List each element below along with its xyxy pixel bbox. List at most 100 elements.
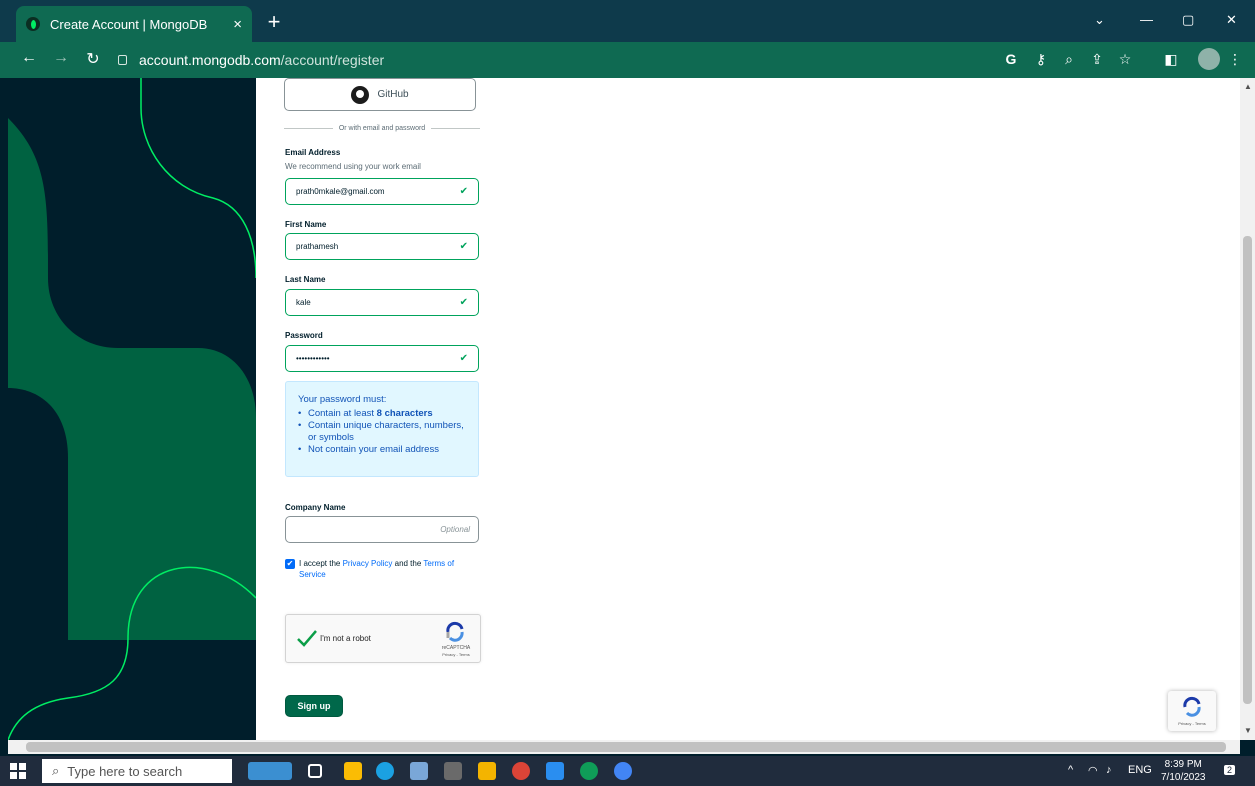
or-divider: Or with email and password (284, 122, 480, 134)
mongodb-leaf-icon (26, 17, 40, 31)
key-icon[interactable]: ⚷ (1032, 51, 1050, 68)
clock-time: 8:39 PM (1164, 759, 1202, 770)
sign-up-button[interactable]: Sign up (285, 695, 343, 717)
back-arrow-icon[interactable]: ← (18, 49, 40, 67)
terminal-icon[interactable] (444, 762, 462, 780)
password-rule-unique: Contain unique characters, numbers, or s… (298, 420, 466, 444)
privacy-policy-link[interactable]: Privacy Policy (343, 559, 393, 568)
last-name-label: Last Name (285, 275, 326, 284)
lock-icon (118, 55, 127, 65)
address-bar[interactable]: account.mongodb.com /account/register (118, 48, 998, 72)
horizontal-scrollbar[interactable] (8, 740, 1240, 754)
new-tab-button[interactable]: + (262, 10, 286, 34)
recaptcha-checkmark-icon (297, 630, 317, 647)
browser-tab[interactable]: Create Account | MongoDB × (16, 6, 252, 42)
company-field[interactable]: Optional (285, 516, 479, 543)
minimize-icon[interactable]: — (1140, 12, 1153, 27)
close-window-icon[interactable]: ✕ (1226, 12, 1237, 28)
accept-checkbox[interactable]: ✔ (285, 559, 295, 569)
maximize-icon[interactable]: ▢ (1182, 12, 1194, 28)
app-icon[interactable] (410, 762, 428, 780)
wifi-icon[interactable]: ◠ (1088, 764, 1098, 777)
google-icon[interactable]: G (1002, 51, 1020, 67)
github-signin-button[interactable]: GitHub (284, 78, 476, 111)
share-icon[interactable]: ⇪ (1088, 51, 1106, 68)
recaptcha-brand: reCAPTCHA (441, 645, 471, 651)
recaptcha-badge-icon (1183, 696, 1201, 717)
email-hint: We recommend using your work email (285, 162, 421, 171)
tray-expand-icon[interactable]: ^ (1068, 764, 1073, 776)
github-icon (351, 85, 370, 104)
zoom-icon[interactable]: ⌕ (1060, 51, 1078, 68)
terms-acceptance: ✔ I accept the Privacy Policy and the Te… (285, 558, 475, 580)
tab-strip: Create Account | MongoDB × + ⌄ — ▢ ✕ (0, 6, 1255, 42)
recaptcha-badge-terms: Privacy - Terms (1178, 721, 1206, 726)
recaptcha-terms: Privacy - Terms (442, 652, 470, 657)
forward-arrow-icon[interactable]: → (50, 49, 72, 67)
taskbar-clock[interactable]: 8:39 PM 7/10/2023 (1161, 758, 1206, 784)
url-domain: account.mongodb.com (139, 52, 281, 68)
windows-start-icon[interactable] (10, 763, 26, 779)
scroll-down-icon[interactable]: ▼ (1244, 726, 1252, 735)
bookmark-star-icon[interactable]: ☆ (1116, 51, 1134, 68)
valid-check-icon: ✔ (459, 353, 468, 364)
tab-close-icon[interactable]: × (233, 16, 242, 33)
valid-check-icon: ✔ (459, 297, 468, 308)
task-view-icon[interactable] (308, 764, 322, 778)
browser-toolbar: ← → ↻ account.mongodb.com /account/regis… (0, 42, 1255, 78)
search-icon: ⌕ (52, 763, 60, 778)
first-name-label: First Name (285, 220, 327, 229)
vscode-icon[interactable] (546, 762, 564, 780)
taskbar-search[interactable]: ⌕ Type here to search (42, 759, 232, 783)
password-field[interactable]: •••••••••••• ✔ (285, 345, 479, 372)
company-placeholder: Optional (440, 525, 470, 534)
vertical-scroll-thumb[interactable] (1243, 236, 1252, 704)
file-explorer-icon[interactable] (478, 762, 496, 780)
browser-window: Create Account | MongoDB × + ⌄ — ▢ ✕ ← →… (0, 0, 1255, 786)
password-label: Password (285, 331, 323, 340)
valid-check-icon: ✔ (459, 186, 468, 197)
clock-date: 7/10/2023 (1161, 772, 1206, 783)
edge-icon[interactable] (376, 762, 394, 780)
last-name-field[interactable]: kale ✔ (285, 289, 479, 316)
decorative-left-panel (8, 78, 256, 740)
password-requirements: Your password must: Contain at least 8 c… (285, 381, 479, 477)
recaptcha-badge[interactable]: Privacy - Terms (1168, 691, 1216, 731)
weather-widget-icon[interactable] (248, 762, 292, 780)
notification-badge[interactable]: 2 (1224, 765, 1236, 775)
password-rule-length: Contain at least 8 characters (298, 408, 466, 420)
reload-icon[interactable]: ↻ (82, 49, 104, 69)
decorative-shapes (8, 78, 256, 740)
windows-taskbar: ⌕ Type here to search ^ ◠ ♪ ENG 8:39 PM … (0, 756, 1255, 786)
chrome-active-icon[interactable] (614, 762, 632, 780)
taskbar-search-placeholder: Type here to search (67, 763, 183, 779)
email-label: Email Address (285, 148, 341, 157)
chrome-profile-icon[interactable] (580, 762, 598, 780)
recaptcha-label: I'm not a robot (320, 634, 371, 643)
menu-kebab-icon[interactable]: ⋮ (1226, 51, 1244, 68)
first-name-value: prathamesh (296, 242, 339, 251)
chrome-icon[interactable] (512, 762, 530, 780)
store-icon[interactable] (344, 762, 362, 780)
last-name-value: kale (296, 298, 311, 307)
horizontal-scroll-thumb[interactable] (26, 742, 1226, 752)
scroll-up-icon[interactable]: ▲ (1244, 82, 1252, 91)
page-viewport: GitHub Or with email and password Email … (8, 78, 1240, 740)
divider-text: Or with email and password (338, 124, 426, 132)
profile-avatar[interactable] (1198, 48, 1220, 70)
first-name-field[interactable]: prathamesh ✔ (285, 233, 479, 260)
tab-search-icon[interactable]: ⌄ (1094, 12, 1105, 28)
password-rule-email: Not contain your email address (298, 444, 466, 456)
language-indicator[interactable]: ENG (1128, 764, 1152, 776)
side-panel-icon[interactable]: ◧ (1162, 51, 1180, 68)
volume-icon[interactable]: ♪ (1106, 764, 1112, 776)
password-value: •••••••••••• (296, 354, 330, 363)
vertical-scrollbar[interactable]: ▲ ▼ (1240, 78, 1255, 740)
github-button-label: GitHub (377, 89, 409, 100)
email-field[interactable]: prath0mkale@gmail.com ✔ (285, 178, 479, 205)
accept-text: I accept the Privacy Policy and the Term… (299, 559, 455, 579)
url-path: /account/register (280, 52, 385, 68)
password-rules-title: Your password must: (298, 394, 387, 405)
recaptcha-widget[interactable]: I'm not a robot reCAPTCHA Privacy - Term… (285, 614, 481, 663)
recaptcha-logo-icon (446, 621, 464, 642)
